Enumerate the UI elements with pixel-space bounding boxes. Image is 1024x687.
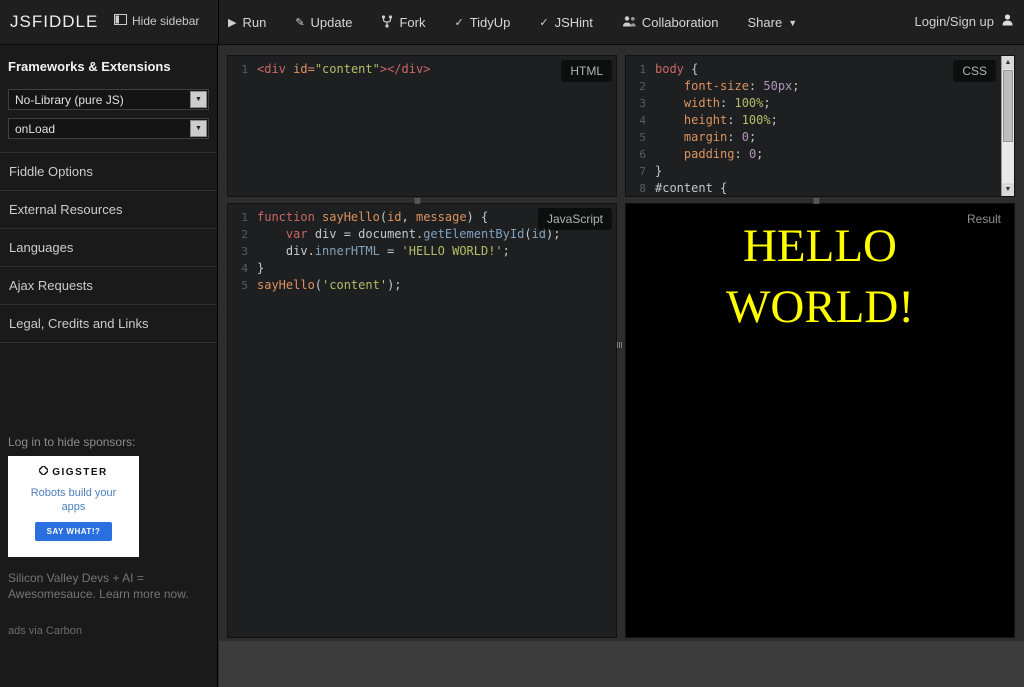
line-number: 5 (626, 129, 646, 146)
ad-cta-button[interactable]: SAY WHAT!? (35, 522, 113, 541)
library-select-value: No-Library (pure JS) (9, 93, 190, 107)
play-icon: ▶ (228, 16, 236, 29)
line-number: 1 (228, 61, 248, 78)
top-toolbar: JSFIDDLE Hide sidebar ▶ Run ✎ Update For… (0, 0, 1024, 45)
line-number: 7 (626, 163, 646, 180)
code-line: 4} (228, 260, 616, 277)
html-editor-panel: 1<div id="content"></div> HTML (227, 55, 617, 197)
code-line: 3 width: 100%; (626, 95, 1014, 112)
run-button[interactable]: ▶ Run (228, 15, 266, 30)
collaboration-button[interactable]: Collaboration (622, 15, 719, 30)
check-icon: ✓ (539, 16, 548, 29)
line-number: 2 (626, 78, 646, 95)
fork-icon (381, 15, 393, 31)
html-code-editor[interactable]: 1<div id="content"></div> (228, 56, 616, 78)
line-number: 4 (626, 112, 646, 129)
line-number: 6 (626, 146, 646, 163)
line-number: 3 (626, 95, 646, 112)
fork-button[interactable]: Fork (381, 15, 425, 31)
select-arrow-icon: ▼ (190, 120, 207, 137)
login-button[interactable]: Login/Sign up (914, 13, 1014, 29)
scrollbar-thumb[interactable] (1003, 70, 1013, 142)
code-line: 1<div id="content"></div> (228, 61, 616, 78)
content-background (219, 641, 1024, 687)
update-button[interactable]: ✎ Update (295, 15, 352, 30)
line-number: 1 (626, 61, 646, 78)
sponsor-area: Log in to hide sponsors: GIGSTER Robots … (8, 435, 209, 637)
code-line: 6 padding: 0; (626, 146, 1014, 163)
gigster-logo-icon (39, 466, 48, 478)
ad-brand-label: GIGSTER (52, 467, 108, 478)
code-line: 7} (626, 163, 1014, 180)
header-divider (218, 0, 219, 45)
sponsor-ad-card[interactable]: GIGSTER Robots build your apps SAY WHAT!… (8, 456, 139, 557)
line-number: 5 (228, 277, 248, 294)
result-output-text: HELLO WORLD! (680, 216, 960, 338)
result-panel: HELLO WORLD! Result (625, 203, 1015, 638)
ad-brand-row: GIGSTER (8, 466, 139, 478)
sidebar-accordion: Fiddle Options External Resources Langua… (0, 152, 217, 343)
scroll-down-icon[interactable]: ▼ (1002, 183, 1014, 196)
code-line: 3 div.innerHTML = 'HELLO WORLD!'; (228, 243, 616, 260)
chevron-down-icon: ▼ (788, 18, 797, 28)
check-icon: ✓ (454, 16, 463, 29)
run-label: Run (242, 15, 266, 30)
css-editor-panel: 1body {2 font-size: 50px;3 width: 100%;4… (625, 55, 1015, 197)
frameworks-heading: Frameworks & Extensions (0, 45, 217, 83)
app-logo[interactable]: JSFIDDLE (10, 12, 98, 32)
line-number: 8 (626, 180, 646, 197)
code-line: 4 height: 100%; (626, 112, 1014, 129)
line-number: 2 (228, 226, 248, 243)
line-number: 3 (228, 243, 248, 260)
select-arrow-icon: ▼ (190, 91, 207, 108)
user-icon (1001, 13, 1014, 29)
sidebar-item-legal-credits[interactable]: Legal, Credits and Links (0, 305, 217, 343)
scroll-up-icon[interactable]: ▲ (1002, 56, 1014, 69)
column-resize-handle[interactable]: ≡ (615, 341, 625, 348)
toolbar-actions: ▶ Run ✎ Update Fork ✓ TidyUp ✓ JSHint Co… (228, 0, 797, 45)
jshint-button[interactable]: ✓ JSHint (539, 15, 593, 30)
sidebar-item-fiddle-options[interactable]: Fiddle Options (0, 153, 217, 191)
tidyup-button[interactable]: ✓ TidyUp (454, 15, 510, 30)
ad-caption[interactable]: Silicon Valley Devs + AI = Awesomesauce.… (8, 570, 198, 602)
sidebar-item-external-resources[interactable]: External Resources (0, 191, 217, 229)
html-panel-label: HTML (561, 60, 612, 82)
css-panel-label: CSS (953, 60, 996, 82)
onload-select-value: onLoad (9, 122, 190, 136)
people-icon (622, 15, 636, 30)
css-scrollbar[interactable]: ▲ ▼ (1001, 56, 1014, 196)
js-editor-panel: 1function sayHello(id, message) {2 var d… (227, 203, 617, 638)
sidebar-item-languages[interactable]: Languages (0, 229, 217, 267)
login-label: Login/Sign up (914, 14, 994, 29)
row-resize-handle-left[interactable]: ≡ (414, 196, 421, 206)
fork-label: Fork (399, 15, 425, 30)
share-label: Share (748, 15, 783, 30)
onload-select[interactable]: onLoad ▼ (8, 118, 209, 139)
share-button[interactable]: Share ▼ (748, 15, 798, 30)
hide-sidebar-button[interactable]: Hide sidebar (114, 14, 199, 28)
sidebar: Frameworks & Extensions No-Library (pure… (0, 45, 218, 687)
jshint-label: JSHint (555, 15, 593, 30)
code-line: 8#content { (626, 180, 1014, 197)
library-select[interactable]: No-Library (pure JS) ▼ (8, 89, 209, 110)
ads-via-carbon-link[interactable]: ads via Carbon (8, 625, 209, 637)
pencil-icon: ✎ (295, 16, 304, 29)
tidyup-label: TidyUp (470, 15, 511, 30)
code-line: 5 margin: 0; (626, 129, 1014, 146)
ad-tagline: Robots build your apps (29, 486, 119, 514)
sponsor-note: Log in to hide sponsors: (8, 435, 209, 449)
sidebar-item-ajax-requests[interactable]: Ajax Requests (0, 267, 217, 305)
code-line: 5sayHello('content'); (228, 277, 616, 294)
collaboration-label: Collaboration (642, 15, 719, 30)
update-label: Update (311, 15, 353, 30)
js-panel-label: JavaScript (538, 208, 612, 230)
hide-sidebar-label: Hide sidebar (132, 14, 199, 28)
line-number: 1 (228, 209, 248, 226)
row-resize-handle-right[interactable]: ≡ (813, 196, 820, 206)
result-panel-label: Result (958, 208, 1010, 230)
hide-sidebar-icon (114, 14, 127, 28)
line-number: 4 (228, 260, 248, 277)
